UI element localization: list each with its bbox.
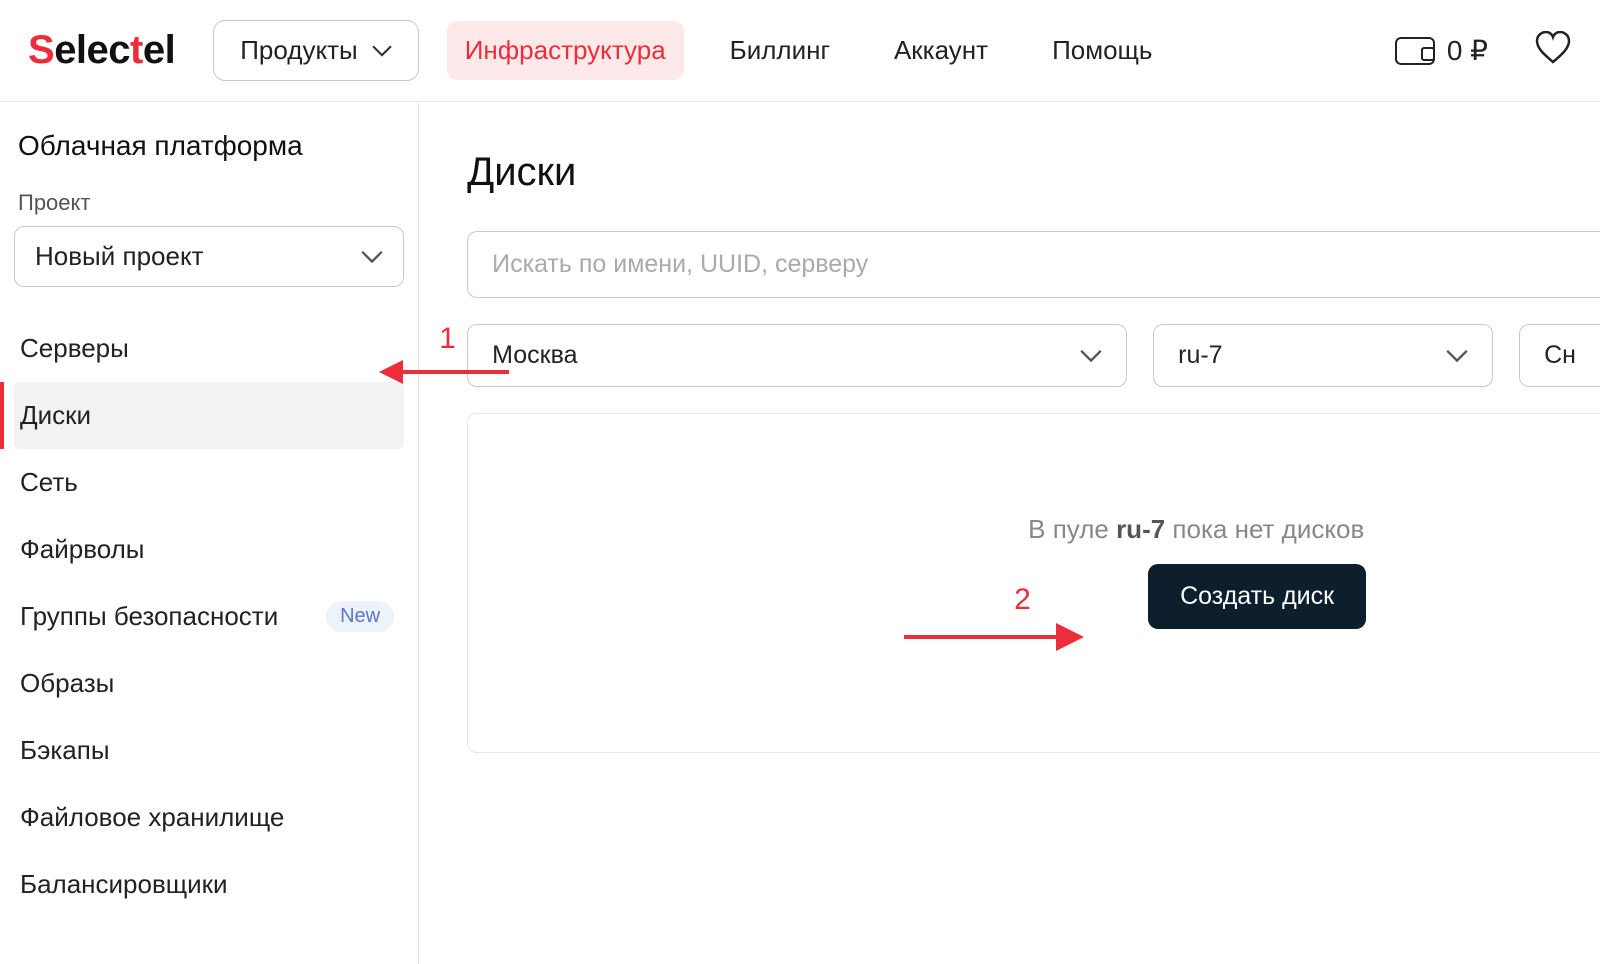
pool-value: ru-7 xyxy=(1178,341,1222,370)
empty-prefix: В пуле xyxy=(1028,514,1116,544)
products-dropdown[interactable]: Продукты xyxy=(213,20,418,81)
logo-part: S xyxy=(28,28,54,73)
project-label: Проект xyxy=(14,190,404,216)
chevron-down-icon xyxy=(361,250,383,264)
sidebar-item-firewalls[interactable]: Файрволы xyxy=(14,516,404,583)
logo-part: el xyxy=(143,28,175,73)
logo[interactable]: S elec t el xyxy=(28,28,175,73)
nav-help[interactable]: Помощь xyxy=(1034,21,1170,80)
new-badge: New xyxy=(326,601,394,632)
nav-label: Биллинг xyxy=(730,35,830,65)
sidebar-item-label: Файловое хранилище xyxy=(20,802,284,833)
sidebar-title: Облачная платформа xyxy=(14,130,404,162)
sidebar-item-label: Образы xyxy=(20,668,114,699)
balance-value: 0 ₽ xyxy=(1447,34,1488,67)
search-input[interactable] xyxy=(467,231,1600,298)
nav-billing[interactable]: Биллинг xyxy=(712,21,848,80)
sidebar-item-images[interactable]: Образы xyxy=(14,650,404,717)
sidebar-item-label: Диски xyxy=(20,400,91,431)
create-disk-label: Создать диск xyxy=(1180,582,1334,610)
sidebar-item-label: Балансировщики xyxy=(20,869,228,900)
favorites-button[interactable] xyxy=(1534,31,1572,70)
extra-button[interactable]: Сн xyxy=(1519,324,1600,387)
sidebar-item-file-storage[interactable]: Файловое хранилище xyxy=(14,784,404,851)
sidebar: Облачная платформа Проект Новый проект С… xyxy=(0,102,419,964)
project-select[interactable]: Новый проект xyxy=(14,226,404,287)
sidebar-item-label: Бэкапы xyxy=(20,735,110,766)
sidebar-item-label: Сеть xyxy=(20,467,78,498)
create-disk-button[interactable]: Создать диск xyxy=(1148,564,1366,629)
filter-row: Москва ru-7 Сн xyxy=(467,324,1600,387)
main-content: Диски Москва ru-7 Сн В пуле ru-7 пока не… xyxy=(419,102,1600,964)
chevron-down-icon xyxy=(372,44,392,58)
region-select[interactable]: Москва xyxy=(467,324,1127,387)
logo-part: elec xyxy=(54,28,130,73)
empty-state-text: В пуле ru-7 пока нет дисков xyxy=(1028,514,1364,545)
empty-pool: ru-7 xyxy=(1116,514,1165,544)
nav-account[interactable]: Аккаунт xyxy=(876,21,1006,80)
sidebar-item-network[interactable]: Сеть xyxy=(14,449,404,516)
sidebar-item-security-groups[interactable]: Группы безопасности New xyxy=(14,583,404,650)
products-label: Продукты xyxy=(240,35,357,66)
page-title: Диски xyxy=(467,150,1600,195)
nav-label: Инфраструктура xyxy=(465,35,666,65)
sidebar-item-backups[interactable]: Бэкапы xyxy=(14,717,404,784)
chevron-down-icon xyxy=(1446,349,1468,363)
nav-infrastructure[interactable]: Инфраструктура xyxy=(447,21,684,80)
sidebar-item-disks[interactable]: Диски xyxy=(14,382,404,449)
sidebar-item-servers[interactable]: Серверы xyxy=(14,315,404,382)
wallet-icon xyxy=(1395,37,1435,65)
sidebar-item-load-balancers[interactable]: Балансировщики xyxy=(14,851,404,918)
region-value: Москва xyxy=(492,341,577,370)
nav-label: Аккаунт xyxy=(894,35,988,65)
balance-button[interactable]: 0 ₽ xyxy=(1395,34,1488,67)
sidebar-item-label: Серверы xyxy=(20,333,129,364)
annotation-label: 1 xyxy=(439,322,456,356)
logo-part: t xyxy=(130,28,143,73)
sidebar-item-label: Группы безопасности xyxy=(20,601,278,632)
empty-suffix: пока нет дисков xyxy=(1165,514,1364,544)
heart-icon xyxy=(1534,31,1572,65)
pool-select[interactable]: ru-7 xyxy=(1153,324,1493,387)
header: S elec t el Продукты Инфраструктура Билл… xyxy=(0,0,1600,102)
sidebar-item-label: Файрволы xyxy=(20,534,144,565)
chevron-down-icon xyxy=(1080,349,1102,363)
nav-label: Помощь xyxy=(1052,35,1152,65)
extra-label: Сн xyxy=(1544,341,1576,370)
project-value: Новый проект xyxy=(35,241,204,272)
disks-empty-panel: В пуле ru-7 пока нет дисков Создать диск xyxy=(467,413,1600,753)
